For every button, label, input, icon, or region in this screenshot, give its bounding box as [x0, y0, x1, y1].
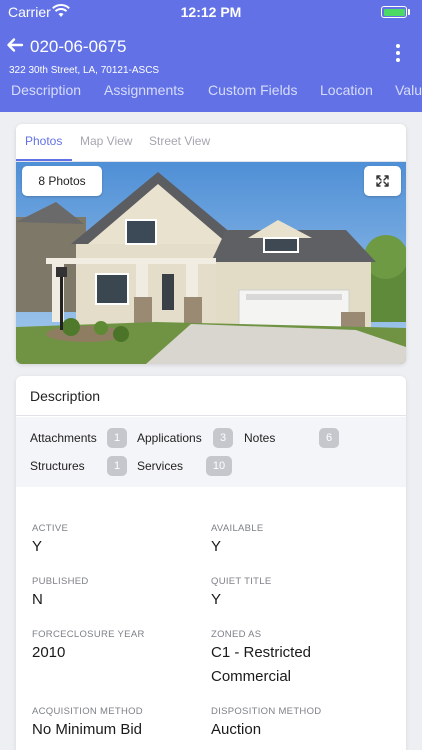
zoned-as-value: C1 - Restricted Commercial — [211, 644, 312, 685]
applications-badge: 3 — [213, 428, 233, 448]
services-badge: 10 — [206, 456, 232, 476]
forceclosure-year-value: 2010 — [32, 644, 66, 661]
zoned-as-label: ZONED AS — [211, 629, 262, 640]
published-label: PUBLISHED — [32, 576, 89, 587]
active-tab-indicator — [16, 159, 72, 161]
active-value: Y — [32, 538, 43, 555]
notes-badge: 6 — [319, 428, 339, 448]
description-header: Description — [16, 376, 406, 416]
description-card: Description Attachments 1 Applications 3… — [16, 376, 406, 750]
status-bar: Carrier 12:12 PM — [0, 0, 422, 24]
tab-custom-fields[interactable]: Custom Fields — [208, 82, 297, 98]
forceclosure-year-label: FORCECLOSURE YEAR — [32, 629, 145, 640]
tab-value[interactable]: Valu — [395, 82, 422, 98]
battery-icon — [381, 6, 407, 18]
photos-count-button[interactable]: 8 Photos — [22, 166, 102, 196]
structures-badge: 1 — [107, 456, 127, 476]
photo-card: Photos Map View Street View 8 Photos — [16, 124, 406, 364]
page-subtitle: 322 30th Street, LA, 70121-ASCS — [9, 65, 160, 76]
acquisition-method-value: No Minimum Bid — [32, 721, 143, 738]
description-title: Description — [30, 388, 101, 404]
quiet-title-label: QUIET TITLE — [211, 576, 272, 587]
applications-label[interactable]: Applications — [137, 431, 202, 445]
app-header: Carrier 12:12 PM 020-06-0675 322 30th St… — [0, 0, 422, 112]
photo-tabs: Photos Map View Street View — [16, 124, 406, 162]
clock: 12:12 PM — [180, 4, 242, 20]
attachments-label[interactable]: Attachments — [30, 431, 97, 445]
available-label: AVAILABLE — [211, 523, 264, 534]
tab-street-view[interactable]: Street View — [149, 134, 210, 148]
tab-map-view[interactable]: Map View — [80, 134, 132, 148]
active-label: ACTIVE — [32, 523, 69, 534]
acquisition-method-label: ACQUISITION METHOD — [32, 706, 143, 717]
tab-location[interactable]: Location — [320, 82, 373, 98]
section-tabs: Description Assignments Custom Fields Lo… — [0, 82, 422, 106]
more-options-icon[interactable] — [390, 44, 406, 64]
notes-label[interactable]: Notes — [244, 431, 275, 445]
tab-assignments[interactable]: Assignments — [104, 82, 184, 98]
page-title: 020-06-0675 — [30, 37, 127, 56]
back-arrow-icon[interactable] — [6, 36, 24, 54]
battery-cap — [408, 9, 410, 15]
services-label[interactable]: Services — [137, 459, 183, 473]
disposition-method-value: Auction — [211, 721, 262, 738]
disposition-method-label: DISPOSITION METHOD — [211, 706, 322, 717]
quiet-title-value: Y — [211, 591, 222, 608]
attachments-badge: 1 — [107, 428, 127, 448]
expand-icon[interactable] — [364, 166, 401, 196]
available-value: Y — [211, 538, 222, 555]
tab-photos[interactable]: Photos — [25, 134, 62, 148]
tab-description[interactable]: Description — [11, 82, 81, 98]
published-value: N — [32, 591, 43, 608]
structures-label[interactable]: Structures — [30, 459, 85, 473]
related-counts: Attachments 1 Applications 3 Notes 6 Str… — [16, 417, 406, 487]
